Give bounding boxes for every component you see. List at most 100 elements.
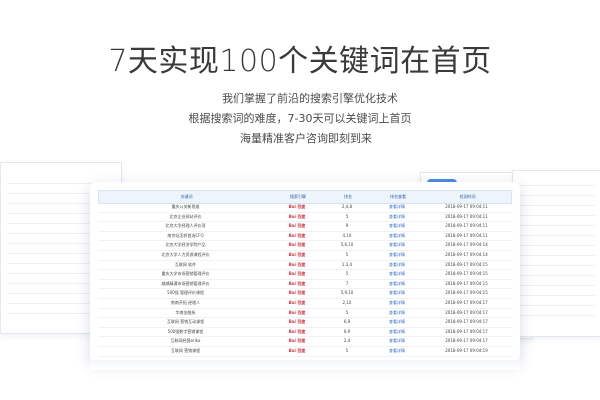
view-details-link[interactable]: 查看详情 (373, 251, 421, 260)
table-row: 威威精通市场营销管理评价 Bai 百度 7 查看详情 2018-09-17 09… (98, 280, 512, 290)
rank-cell: 4,10 (342, 232, 352, 238)
rank-cell: 6,9 (343, 319, 351, 325)
baidu-icon: Bai 百度 (288, 290, 306, 296)
baidu-icon: Bai 百度 (288, 280, 306, 286)
card-bottom-shadow (90, 360, 520, 370)
subtitle-line-2: 根据搜索词的难度，7-30天可以关键词上首页 (188, 112, 412, 125)
time-cell: 2018-09-17 09:04:15 (445, 290, 488, 296)
baidu-icon: Bai 百度 (288, 328, 306, 334)
time-cell: 2018-09-17 09:04:14 (445, 251, 488, 257)
view-details-link[interactable]: 查看详情 (373, 213, 421, 222)
keyword-cell: 互联网经营erika (170, 338, 201, 344)
view-details-link[interactable]: 查看详情 (373, 261, 421, 270)
baidu-icon: Bai 百度 (288, 261, 306, 267)
view-details-link[interactable]: 查看详情 (373, 241, 421, 250)
time-cell: 2018-09-17 09:04:11 (445, 223, 488, 229)
time-cell: 2018-09-17 09:04:15 (445, 271, 488, 277)
rank-cell: 5,9,10 (340, 290, 354, 296)
rank-cell: 1,3,4 (341, 261, 353, 267)
table-row: 北京大学经济学院产品 Bai 百度 5,6,10 查看详情 2018-09-17… (98, 241, 512, 251)
rank-cell: 2,4 (343, 338, 351, 344)
table-row: 互联网 营销课程 Bai 百度 5 查看详情 2018-09-17 09:04:… (98, 347, 512, 357)
rank-cell: 5 (345, 213, 349, 219)
keyword-cell: 华南金融系 (175, 309, 196, 315)
view-details-link[interactable]: 查看详情 (373, 328, 421, 337)
rank-cell: 5 (345, 271, 349, 277)
view-details-link[interactable]: 查看详情 (373, 203, 421, 212)
table-row: 华南金融系 Bai 百度 5 查看详情 2018-09-17 09:04:17 (98, 309, 512, 319)
subtitle-line-3: 海量精准客户咨询即刻到来 (240, 132, 372, 145)
view-details-link[interactable]: 查看详情 (373, 222, 421, 231)
time-cell: 2018-09-17 09:04:17 (445, 299, 488, 305)
time-cell: 2018-09-17 09:04:19 (445, 347, 488, 353)
view-details-link[interactable]: 查看详情 (373, 289, 421, 298)
rank-cell: 9 (345, 223, 349, 229)
time-cell: 2018-09-17 09:04:17 (445, 309, 488, 315)
header-view: 排名查看 (390, 194, 406, 199)
time-cell: 2018-09-17 09:04:17 (445, 338, 488, 344)
keyword-cell: 威威精通市场营销管理评价 (161, 280, 210, 286)
baidu-icon: Bai 百度 (288, 299, 306, 305)
view-details-link[interactable]: 查看详情 (373, 299, 421, 308)
view-details-link[interactable]: 查看详情 (373, 270, 421, 279)
baidu-icon: Bai 百度 (288, 204, 306, 209)
rank-cell: 2,4,8 (341, 204, 353, 209)
time-cell: 2018-09-17 09:04:11 (445, 213, 488, 219)
view-details-link[interactable]: 查看详情 (373, 232, 421, 241)
time-cell: 2018-09-17 09:04:15 (445, 280, 488, 286)
keyword-cell: 500强数字营销课程 (167, 328, 204, 334)
view-details-link[interactable]: 查看详情 (373, 347, 421, 356)
table-row: 500强 管理评价课程 Bai 百度 5,9,10 查看详情 2018-09-1… (98, 289, 512, 299)
keyword-cell: 北京大学经理人评价项 (165, 223, 206, 229)
page-title: 7天实现100个关键词在首页 (108, 44, 492, 79)
baidu-icon: Bai 百度 (288, 338, 306, 344)
table-row: 北京大学经理人评价项 Bai 百度 9 查看详情 2018-09-17 09:0… (98, 222, 512, 232)
keyword-cell: 南京站怎样首选CFO (167, 232, 204, 238)
table-row: 北京大学人力资源课程评价 Bai 百度 5 查看详情 2018-09-17 09… (98, 251, 512, 261)
subtitle-line-1: 我们掌握了前沿的搜索引擎优化技术 (222, 92, 398, 105)
header-rank: 排名 (344, 194, 352, 199)
baidu-icon: Bai 百度 (288, 232, 306, 238)
baidu-icon: Bai 百度 (288, 242, 306, 248)
time-cell: 2018-09-17 09:04:17 (445, 319, 488, 325)
header-time: 检测时间 (459, 194, 476, 199)
keyword-cell: 500强 管理评价课程 (167, 290, 204, 296)
time-cell: 2018-09-17 09:04:11 (445, 204, 488, 209)
view-details-link[interactable]: 查看详情 (373, 280, 421, 289)
keyword-cell: 北京企业网站评价 (169, 213, 202, 219)
rank-cell: 7 (345, 280, 349, 286)
ranking-table-card: 关键词 搜索引擎 排名 排名查看 检测时间 重庆公关新思维 Bai 百度 2,4… (90, 182, 520, 362)
table-row: 南南开拓 经理人 Bai 百度 2,10 查看详情 2018-09-17 09:… (98, 299, 512, 309)
keyword-cell: 互联网 营销互动课程 (166, 319, 205, 325)
time-cell: 2018-09-17 09:04:17 (445, 328, 488, 334)
keyword-cell: 重庆大学市场营销管理评价 (161, 271, 210, 277)
time-cell: 2018-09-17 09:04:11 (445, 232, 488, 238)
baidu-icon: Bai 百度 (288, 347, 306, 353)
baidu-icon: Bai 百度 (288, 223, 306, 229)
rank-cell: 5 (345, 251, 349, 257)
table-row: 互联网经营erika Bai 百度 2,4 查看详情 2018-09-17 09… (98, 337, 512, 347)
table-row: 互联网 软件 Bai 百度 1,3,4 查看详情 2018-09-17 09:0… (98, 261, 512, 271)
baidu-icon: Bai 百度 (288, 251, 306, 257)
time-cell: 2018-09-17 09:04:14 (445, 242, 488, 248)
table-row: 500强数字营销课程 Bai 百度 6,9 查看详情 2018-09-17 09… (98, 328, 512, 338)
time-cell: 2018-09-17 09:04:15 (445, 261, 488, 267)
table-row: 互联网 营销互动课程 Bai 百度 6,9 查看详情 2018-09-17 09… (98, 318, 512, 328)
table-header: 关键词 搜索引擎 排名 排名查看 检测时间 (98, 190, 512, 204)
header-keyword: 关键词 (180, 194, 193, 199)
header-engine: 搜索引擎 (290, 194, 306, 199)
table-body: 重庆公关新思维 Bai 百度 2,4,8 查看详情 2018-09-17 09:… (98, 203, 512, 357)
background-panel-right (512, 170, 600, 337)
keyword-cell: 互联网 营销课程 (170, 347, 201, 353)
keyword-cell: 重庆公关新思维 (171, 204, 200, 209)
view-details-link[interactable]: 查看详情 (373, 309, 421, 318)
baidu-icon: Bai 百度 (288, 213, 306, 219)
rank-cell: 2,10 (342, 299, 352, 305)
table-row: 重庆公关新思维 Bai 百度 2,4,8 查看详情 2018-09-17 09:… (98, 203, 512, 213)
table-row: 重庆大学市场营销管理评价 Bai 百度 5 查看详情 2018-09-17 09… (98, 270, 512, 280)
view-details-link[interactable]: 查看详情 (373, 318, 421, 327)
table-row: 北京企业网站评价 Bai 百度 5 查看详情 2018-09-17 09:04:… (98, 213, 512, 223)
keyword-cell: 北京大学经济学院产品 (165, 242, 206, 248)
view-details-link[interactable]: 查看详情 (373, 337, 421, 346)
keyword-cell: 南南开拓 经理人 (170, 299, 201, 305)
